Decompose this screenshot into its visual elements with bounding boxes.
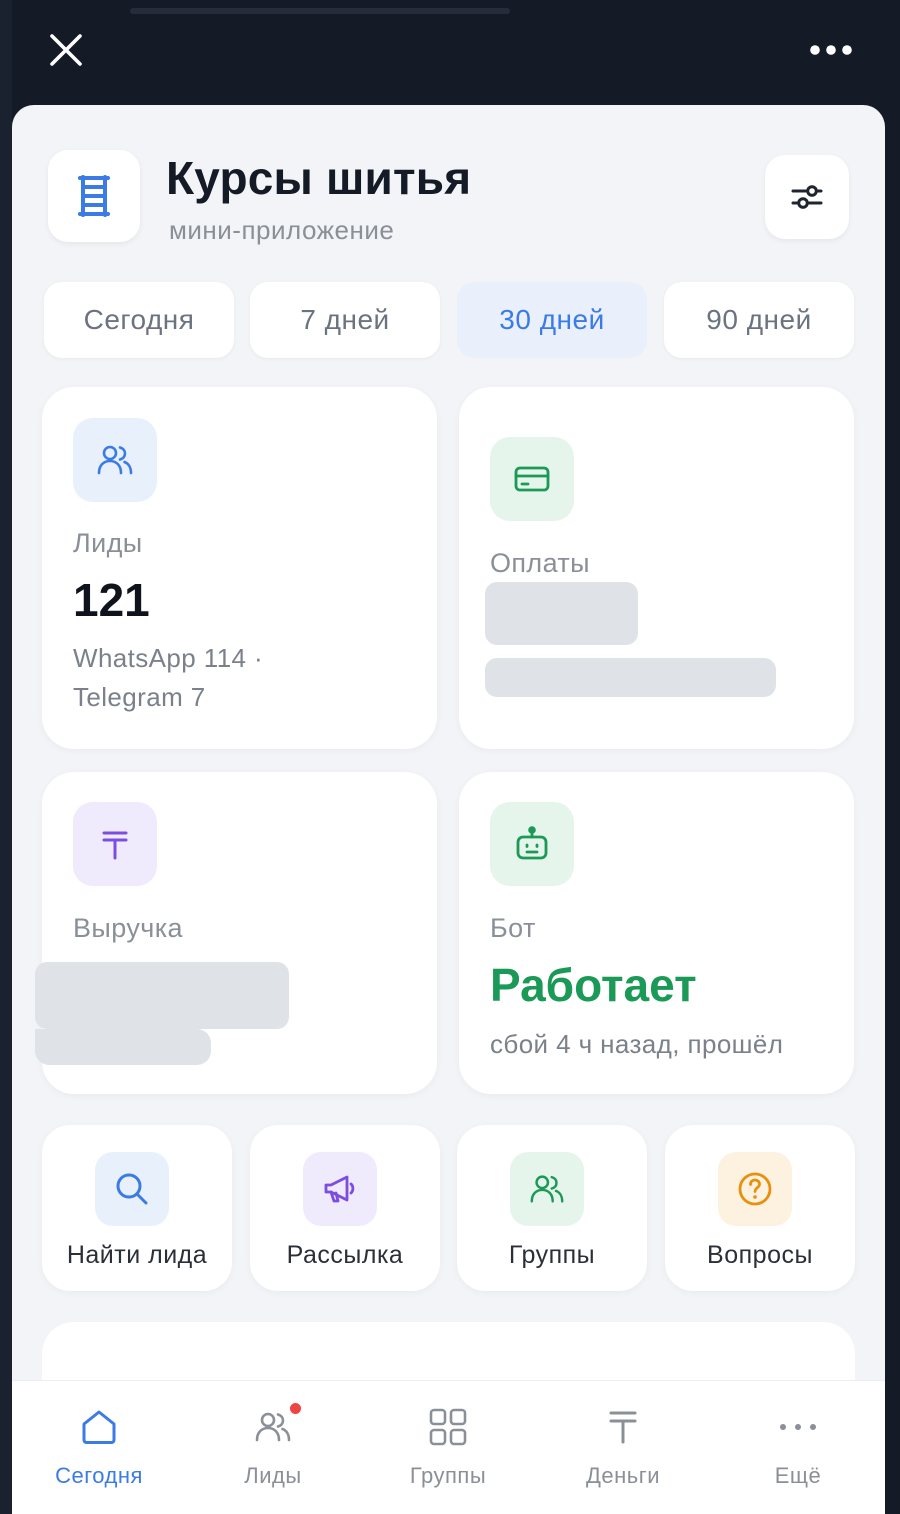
credit-card-icon — [514, 466, 550, 492]
mailing-label: Рассылка — [286, 1241, 404, 1269]
nav-item-today[interactable]: Сегодня — [12, 1381, 186, 1514]
users-icon — [255, 1412, 291, 1442]
questions-label: Вопросы — [707, 1241, 813, 1269]
more-icon — [780, 1424, 816, 1430]
search-icon — [116, 1173, 148, 1205]
leads-detail-telegram: Telegram 7 — [73, 682, 206, 712]
leads-notification-badge — [288, 1401, 303, 1416]
users-icon — [530, 1175, 564, 1203]
bot-icon-box — [490, 802, 574, 886]
more-options-button[interactable] — [806, 36, 856, 64]
revenue-card[interactable]: Выручка — [35, 772, 437, 1094]
nav-label-groups: Группы — [409, 1463, 487, 1488]
nav-label-leads: Лиды — [244, 1463, 302, 1488]
robot-icon — [516, 826, 548, 860]
nav-item-groups[interactable]: Группы — [361, 1381, 535, 1514]
groups-label: Группы — [508, 1241, 596, 1269]
bot-label: Бот — [490, 913, 536, 943]
mailing-icon-box — [303, 1152, 377, 1226]
tab-7-days[interactable]: 7 дней — [250, 282, 440, 358]
leads-detail-whatsapp: WhatsApp 114 · — [73, 643, 264, 673]
groups-button[interactable]: Группы — [457, 1125, 647, 1291]
grid-icon — [429, 1408, 467, 1446]
leads-label: Лиды — [73, 528, 143, 558]
home-icon — [82, 1410, 116, 1444]
leads-icon-box — [73, 418, 157, 502]
questions-button[interactable]: Вопросы — [665, 1125, 855, 1291]
tab-90-days[interactable]: 90 дней — [664, 282, 854, 358]
questions-icon-box — [718, 1152, 792, 1226]
tab-today[interactable]: Сегодня — [44, 282, 234, 358]
revenue-label: Выручка — [73, 913, 183, 943]
background-edge — [0, 0, 12, 1514]
revenue-detail-skeleton — [35, 1029, 211, 1065]
ladder-icon — [78, 175, 110, 217]
bot-status-detail: сбой 4 ч назад, прошёл — [490, 1029, 784, 1059]
nav-label-money: Деньги — [585, 1463, 661, 1488]
nav-label-more: Ещё — [774, 1463, 822, 1488]
bottom-nav: Сегодня Лиды Группы Деньги Ещё — [12, 1380, 885, 1514]
tenge-icon — [609, 1411, 637, 1444]
nav-item-money[interactable]: Деньги — [536, 1381, 710, 1514]
sliders-icon — [791, 185, 823, 209]
filter-settings-button[interactable] — [765, 155, 849, 239]
tab-30-days[interactable]: 30 дней — [457, 282, 647, 358]
payments-card[interactable]: Оплаты — [459, 387, 854, 749]
leads-value: 121 — [73, 574, 150, 626]
question-icon — [738, 1172, 772, 1206]
payments-detail-skeleton — [485, 658, 776, 697]
leads-card[interactable]: Лиды 121 WhatsApp 114 · Telegram 7 — [42, 387, 437, 749]
find-lead-button[interactable]: Найти лида — [42, 1125, 232, 1291]
close-button[interactable] — [44, 28, 88, 72]
find-lead-label: Найти лида — [66, 1241, 208, 1269]
more-dots-icon — [810, 45, 852, 55]
close-icon — [50, 34, 82, 66]
mailing-button[interactable]: Рассылка — [250, 1125, 440, 1291]
find-lead-icon-box — [95, 1152, 169, 1226]
groups-icon-box — [510, 1152, 584, 1226]
bot-status-value: Работает — [490, 959, 697, 1011]
tenge-icon — [102, 831, 128, 860]
leads-detail: WhatsApp 114 · Telegram 7 — [73, 639, 263, 717]
page-subtitle: мини-приложение — [169, 215, 395, 245]
app-icon — [48, 150, 140, 242]
nav-label-today: Сегодня — [55, 1463, 143, 1488]
nav-item-more[interactable]: Ещё — [711, 1381, 885, 1514]
revenue-value-skeleton — [35, 962, 289, 1029]
mini-app-sheet: Курсы шитья мини-приложение Сегодня 7 дн… — [12, 105, 885, 1514]
payments-value-skeleton — [485, 582, 638, 645]
revenue-icon-box — [73, 802, 157, 886]
top-bar-handle — [130, 8, 510, 14]
megaphone-icon — [324, 1175, 355, 1203]
users-icon — [97, 445, 133, 475]
nav-item-leads[interactable]: Лиды — [186, 1381, 360, 1514]
bot-card[interactable]: Бот Работает сбой 4 ч назад, прошёл — [459, 772, 854, 1094]
payments-icon-box — [490, 437, 574, 521]
payments-label: Оплаты — [490, 548, 590, 578]
screen: Курсы шитья мини-приложение Сегодня 7 дн… — [0, 0, 900, 1514]
page-title: Курсы шитья — [166, 152, 472, 204]
